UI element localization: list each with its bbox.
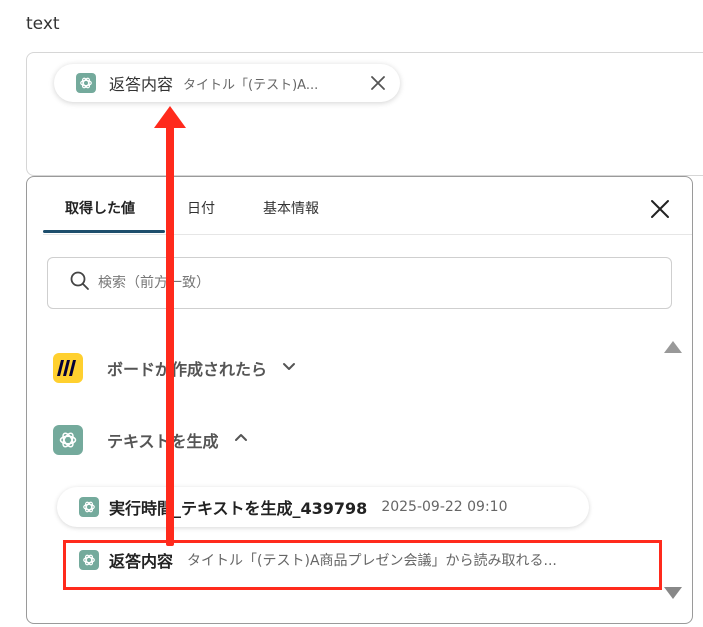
chatgpt-icon	[79, 550, 99, 570]
section-board-created[interactable]: ボードが作成されたら	[53, 353, 297, 383]
search-icon	[70, 271, 90, 295]
item-title: 実行時間_テキストを生成_439798	[109, 499, 368, 518]
chip-subtitle: タイトル「(テスト)A...	[183, 77, 319, 93]
search-box[interactable]	[47, 257, 672, 309]
chatgpt-icon	[79, 497, 99, 517]
list-item[interactable]: 実行時間_テキストを生成_439798 2025-09-22 09:10	[57, 487, 589, 527]
scroll-up-arrow-icon[interactable]	[664, 341, 682, 353]
item-value: タイトル「(テスト)A商品プレゼン会議」から読み取れる...	[187, 553, 557, 569]
annotation-arrow	[166, 122, 174, 546]
chatgpt-icon	[53, 425, 83, 455]
annotation-arrow-head	[154, 106, 186, 128]
miro-icon	[53, 353, 83, 383]
chevron-down-icon	[281, 358, 297, 378]
section-label: ボードが作成されたら	[107, 360, 268, 379]
chevron-up-icon	[233, 430, 249, 450]
field-label: text	[26, 14, 60, 34]
selected-value-chip[interactable]: 返答内容 タイトル「(テスト)A...	[54, 64, 400, 102]
section-label: テキストを生成	[107, 432, 219, 451]
section-generate-text[interactable]: テキストを生成	[53, 425, 249, 455]
item-title: 返答内容	[109, 552, 174, 571]
value-picker-panel: 取得した値 日付 基本情報 ボードが作成されたら テキストを生成	[26, 176, 693, 624]
list-item[interactable]: 返答内容 タイトル「(テスト)A商品プレゼン会議」から読み取れる...	[57, 542, 657, 578]
item-value: 2025-09-22 09:10	[381, 499, 508, 515]
chip-title: 返答内容	[109, 75, 174, 94]
chip-close-icon[interactable]	[368, 73, 388, 93]
close-icon[interactable]	[648, 197, 672, 221]
scroll-down-arrow-icon[interactable]	[664, 587, 682, 599]
tab-divider	[43, 234, 692, 235]
chatgpt-icon	[76, 73, 96, 93]
tab-date[interactable]: 日付	[187, 198, 215, 218]
active-tab-indicator	[43, 230, 165, 233]
tab-acquired-values[interactable]: 取得した値	[65, 198, 135, 218]
search-input[interactable]	[98, 275, 638, 291]
tab-basic-info[interactable]: 基本情報	[263, 198, 319, 218]
